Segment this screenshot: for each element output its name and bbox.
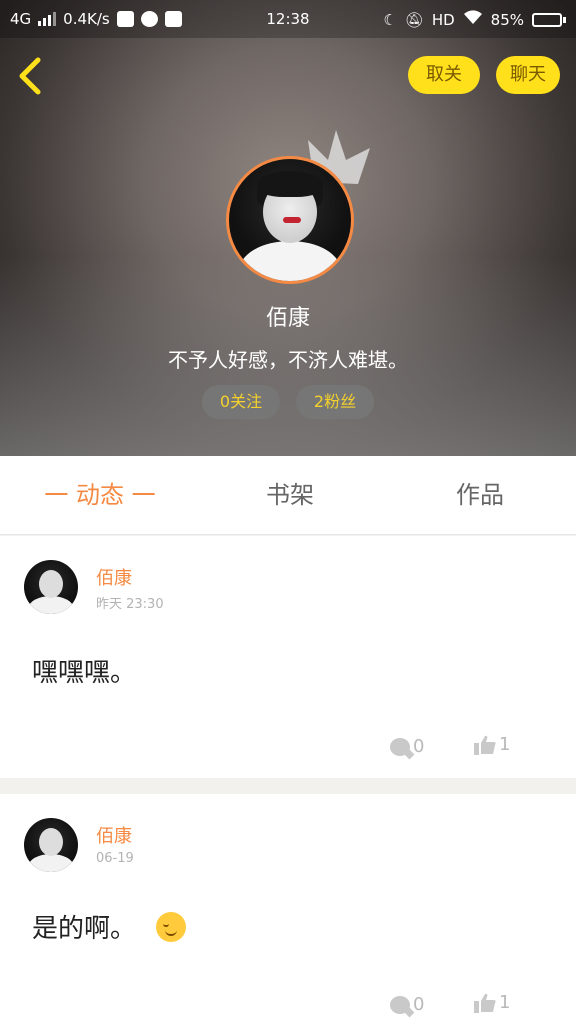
post-card[interactable]: 佰康 昨天 23:30 嘿嘿嘿。 0 1 (0, 536, 576, 778)
profile-header: 4G 0.4K/s 12:38 ☾ 🔕︎ HD 85% 取关 聊天 佰康 不予人… (0, 0, 576, 456)
post-author[interactable]: 佰康 (96, 564, 132, 590)
like-icon (474, 735, 496, 755)
battery-icon (532, 12, 566, 27)
like-count: 1 (499, 734, 511, 755)
profile-avatar[interactable] (226, 156, 354, 284)
battery-percent: 85% (490, 10, 524, 29)
back-icon (19, 57, 41, 95)
like-count: 1 (499, 992, 511, 1013)
post-time: 06-19 (96, 851, 134, 866)
post-divider (0, 778, 576, 794)
comment-button[interactable]: 0 (390, 736, 424, 757)
like-button[interactable]: 1 (474, 734, 510, 755)
hd-label: HD (431, 10, 455, 29)
chat-button[interactable]: 聊天 (496, 56, 560, 94)
profile-name: 佰康 (265, 306, 310, 331)
like-icon (474, 993, 496, 1013)
unfollow-button[interactable]: 取关 (408, 56, 480, 94)
post-time: 昨天 23:30 (96, 597, 164, 612)
post-avatar[interactable] (24, 818, 78, 872)
tab-works[interactable]: 作品 (390, 456, 570, 534)
profile-tabs: 一 动态 一 书架 作品 (0, 456, 576, 535)
status-right: ☾ 🔕︎ HD 85% (383, 10, 566, 29)
comment-icon (390, 995, 410, 1014)
post-card[interactable]: 佰康 06-19 是的啊。 0 1 (0, 794, 576, 1024)
post-text: 是的啊。 (32, 914, 137, 944)
tab-feed[interactable]: 一 动态 一 (10, 456, 190, 534)
comment-button[interactable]: 0 (390, 994, 424, 1015)
comment-icon (390, 737, 410, 756)
smile-emoji-icon (156, 911, 187, 942)
followers-count[interactable]: 2粉丝 (296, 385, 374, 419)
moon-icon: ☾ (383, 10, 397, 29)
profile-bio: 不予人好感，不济人难堪。 (168, 348, 408, 372)
post-avatar[interactable] (24, 560, 78, 614)
wifi-icon (463, 10, 483, 29)
following-count[interactable]: 0关注 (202, 385, 280, 419)
back-button[interactable] (14, 54, 50, 98)
tab-bookshelf[interactable]: 书架 (200, 456, 380, 534)
like-button[interactable]: 1 (474, 992, 510, 1013)
post-text: 嘿嘿嘿。 (32, 658, 137, 688)
mute-bell-icon: 🔕︎ (404, 10, 424, 29)
post-author[interactable]: 佰康 (96, 822, 132, 848)
status-bar: 4G 0.4K/s 12:38 ☾ 🔕︎ HD 85% (0, 0, 576, 38)
post-text-row: 是的啊。 (32, 908, 187, 945)
